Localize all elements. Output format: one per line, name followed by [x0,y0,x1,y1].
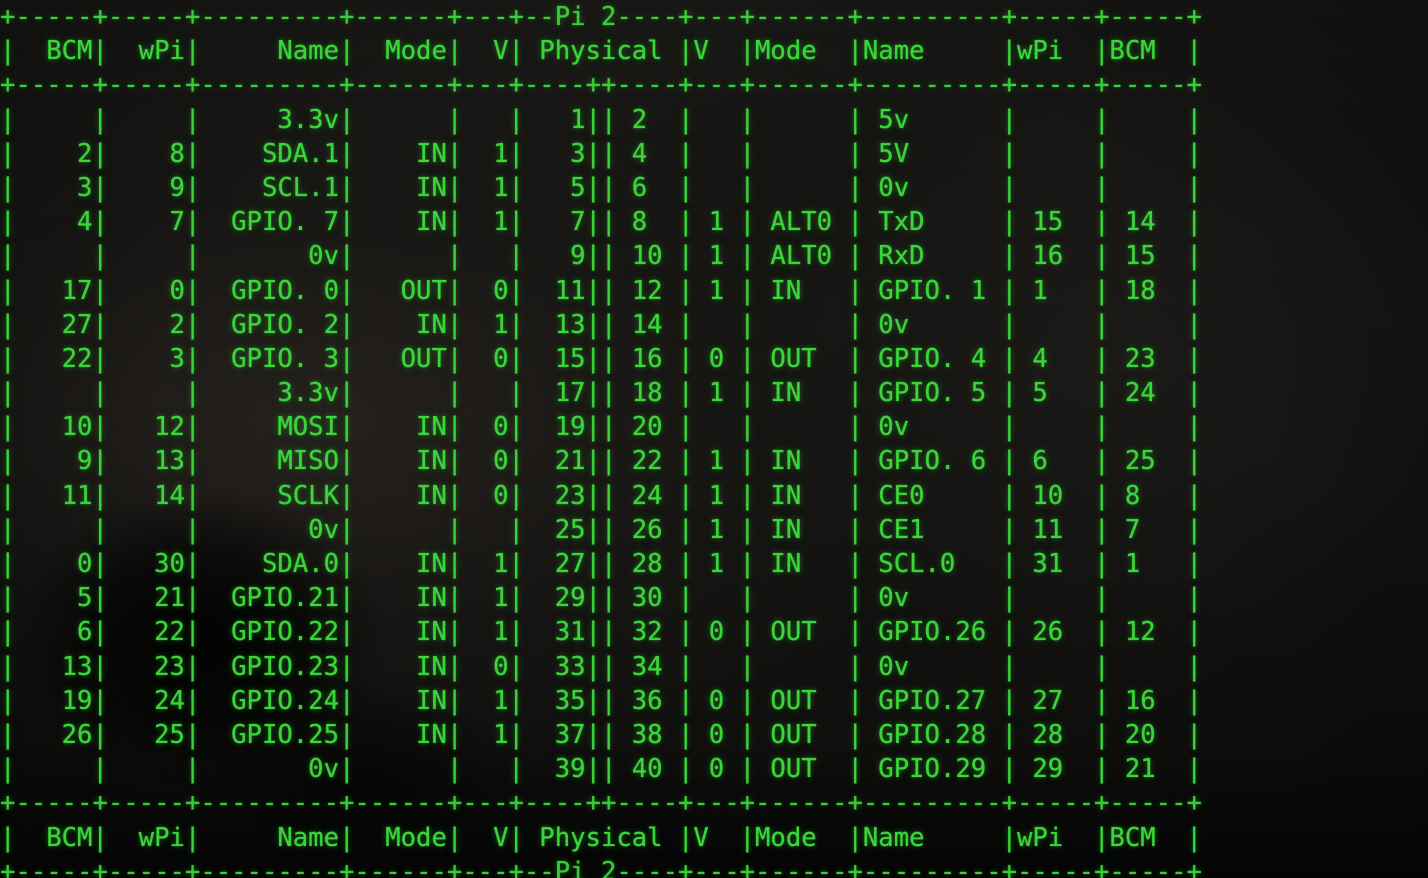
terminal-line: +-----+-----+---------+------+---+----++… [0,788,1202,819]
terminal-line: | 19| 24| GPIO.24| IN| 1| 35|| 36 | 0 | … [0,685,1202,716]
terminal-line: | | | 0v| | | 25|| 26 | 1 | IN | CE1 | 1… [0,514,1202,545]
terminal-line: | 6| 22| GPIO.22| IN| 1| 31|| 32 | 0 | O… [0,617,1202,648]
terminal-line: | 9| 13| MISO| IN| 0| 21|| 22 | 1 | IN |… [0,446,1202,477]
terminal-line: | 0| 30| SDA.0| IN| 1| 27|| 28 | 1 | IN … [0,549,1202,579]
terminal-line: | 13| 23| GPIO.23| IN| 0| 33|| 34 | | | … [0,651,1202,682]
terminal-line: | BCM| wPi| Name| Mode| V| Physical |V |… [0,822,1202,853]
terminal-line: | 3| 9| SCL.1| IN| 1| 5|| 6 | | | 0v | |… [0,172,1202,203]
terminal-line: | 5| 21| GPIO.21| IN| 1| 29|| 30 | | | 0… [0,583,1202,614]
terminal-line: | 27| 2| GPIO. 2| IN| 1| 13|| 14 | | | 0… [0,309,1202,340]
terminal-line: | BCM| wPi| Name| Mode| V| Physical |V |… [0,36,1202,67]
terminal-line: | 10| 12| MOSI| IN| 0| 19|| 20 | | | 0v … [0,412,1202,443]
terminal-line: | 11| 14| SCLK| IN| 0| 23|| 24 | 1 | IN … [0,480,1202,511]
terminal-line: | 22| 3| GPIO. 3| OUT| 0| 15|| 16 | 0 | … [0,343,1202,374]
terminal-line: | | | 3.3v| | | 1|| 2 | | | 5v | | | [0,104,1202,135]
terminal-screen[interactable]: +-----+-----+---------+------+---+--Pi 2… [0,0,1428,878]
terminal-line: | 17| 0| GPIO. 0| OUT| 0| 11|| 12 | 1 | … [0,275,1202,306]
terminal-line: | 4| 7| GPIO. 7| IN| 1| 7|| 8 | 1 | ALT0… [0,207,1202,238]
terminal-line: +-----+-----+---------+------+---+--Pi 2… [0,2,1202,32]
gpio-readall-table: +-----+-----+---------+------+---+--Pi 2… [0,0,1428,878]
terminal-line: | 26| 25| GPIO.25| IN| 1| 37|| 38 | 0 | … [0,719,1202,750]
terminal-line: | | | 3.3v| | | 17|| 18 | 1 | IN | GPIO.… [0,378,1202,409]
terminal-line: | | | 0v| | | 9|| 10 | 1 | ALT0 | RxD | … [0,241,1202,272]
terminal-line: +-----+-----+---------+------+---+----++… [0,70,1202,101]
terminal-line: +-----+-----+---------+------+---+--Pi 2… [0,856,1202,878]
terminal-line: | | | 0v| | | 39|| 40 | 0 | OUT | GPIO.2… [0,754,1202,785]
terminal-window: +-----+-----+---------+------+---+--Pi 2… [0,0,1428,878]
terminal-line: | 2| 8| SDA.1| IN| 1| 3|| 4 | | | 5V | |… [0,138,1202,169]
